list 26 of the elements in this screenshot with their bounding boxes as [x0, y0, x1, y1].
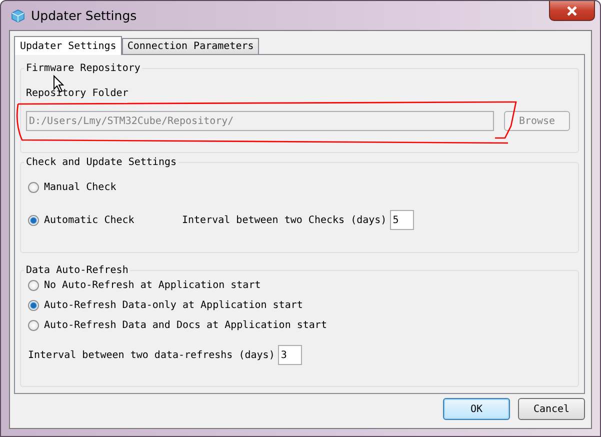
- cancel-button[interactable]: Cancel: [518, 398, 585, 420]
- ok-button[interactable]: OK: [443, 398, 510, 420]
- cube-icon: [11, 8, 25, 22]
- radio-button[interactable]: [28, 280, 39, 291]
- field-label: Repository Folder: [26, 88, 130, 99]
- group-title: Firmware Repository: [25, 63, 142, 74]
- radio-label: No Auto-Refresh at Application start: [44, 280, 261, 291]
- radio-label: Manual Check: [44, 182, 116, 193]
- close-button[interactable]: [549, 1, 595, 21]
- radio-button[interactable]: [28, 320, 39, 331]
- radio-button[interactable]: [28, 182, 39, 193]
- tab[interactable]: Updater Settings: [14, 36, 122, 55]
- group-title: Check and Update Settings: [25, 157, 178, 168]
- radio-button[interactable]: [28, 300, 39, 311]
- interval-field[interactable]: 3: [278, 345, 302, 365]
- window-title: Updater Settings: [31, 8, 137, 23]
- close-icon: [566, 6, 578, 16]
- radio-button[interactable]: [28, 214, 39, 226]
- radio-label: Auto-Refresh Data and Docs at Application start: [44, 320, 327, 331]
- field-label: Interval between two Checks (days): [182, 214, 387, 226]
- radio-label: Auto-Refresh Data-only at Application start: [44, 300, 303, 311]
- radio-label: Automatic Check: [44, 214, 136, 226]
- tab[interactable]: Connection Parameters: [122, 38, 259, 54]
- interval-field[interactable]: 5: [390, 210, 414, 230]
- group-title: Data Auto-Refresh: [25, 265, 130, 276]
- field-label: Interval between two data-refreshs (days): [28, 350, 275, 360]
